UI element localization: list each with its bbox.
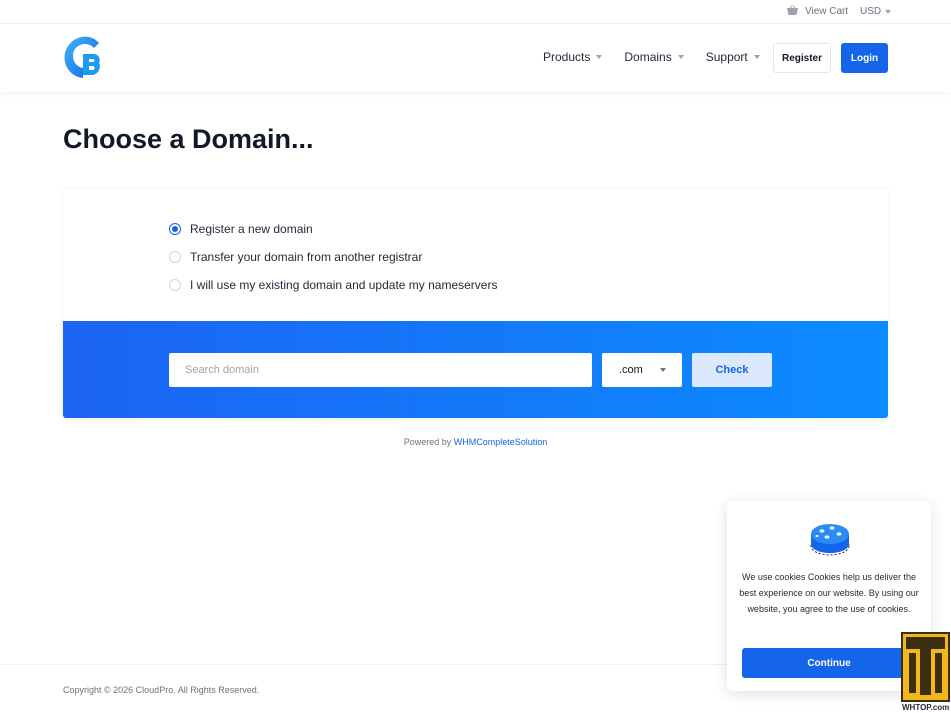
nav-support-label: Support: [705, 50, 748, 64]
chevron-down-icon: [596, 55, 603, 59]
radio-transfer[interactable]: [169, 251, 181, 263]
option-register[interactable]: Register a new domain: [169, 215, 497, 243]
whmcs-link[interactable]: WHMCompleteSolution: [454, 437, 548, 447]
option-existing-label: I will use my existing domain and update…: [190, 278, 498, 292]
whtop-watermark: WHTOP.com: [900, 631, 951, 713]
nav-domains[interactable]: Domains: [624, 50, 684, 64]
view-cart-link[interactable]: View Cart: [786, 5, 848, 17]
main-header: Products Domains Support Register Login: [0, 24, 951, 92]
tld-select[interactable]: .com: [602, 353, 682, 387]
cloudpro-logo-icon[interactable]: [63, 35, 103, 79]
domain-card: Register a new domain Transfer your doma…: [63, 189, 888, 418]
chevron-down-icon: [660, 368, 666, 372]
cookie-icon: [810, 524, 850, 556]
top-utility-bar: View Cart USD: [0, 0, 951, 24]
check-button[interactable]: Check: [692, 353, 772, 387]
powered-by-prefix: Powered by: [403, 437, 452, 447]
option-transfer[interactable]: Transfer your domain from another regist…: [169, 243, 497, 271]
search-domain-input[interactable]: [169, 353, 592, 387]
view-cart-label: View Cart: [805, 5, 849, 17]
login-button[interactable]: Login: [841, 43, 888, 73]
radio-existing[interactable]: [169, 279, 181, 291]
page-title: Choose a Domain...: [63, 124, 314, 154]
powered-by: Powered by WHMCompleteSolution: [0, 437, 951, 447]
nav-products[interactable]: Products: [543, 50, 603, 64]
copyright-text: Copyright © 2026 CloudPro. All Rights Re…: [63, 685, 260, 695]
main-nav: Products Domains Support: [543, 50, 782, 64]
radio-register[interactable]: [169, 223, 181, 235]
chevron-down-icon: [753, 55, 760, 59]
domain-search-band: .com Check: [63, 321, 888, 418]
nav-products-label: Products: [543, 50, 591, 64]
cookie-message: We use cookies Cookies help us deliver t…: [739, 572, 919, 614]
currency-selector[interactable]: USD: [860, 6, 892, 17]
chevron-down-icon: [885, 9, 892, 14]
nav-domains-label: Domains: [624, 50, 672, 64]
option-register-label: Register a new domain: [190, 222, 313, 236]
option-transfer-label: Transfer your domain from another regist…: [190, 250, 423, 264]
continue-button[interactable]: Continue: [742, 648, 916, 678]
nav-support[interactable]: Support: [706, 50, 760, 64]
option-existing[interactable]: I will use my existing domain and update…: [169, 271, 497, 299]
currency-label: USD: [860, 6, 882, 17]
chevron-down-icon: [677, 55, 684, 59]
register-button[interactable]: Register: [773, 43, 831, 73]
watermark-text: WHTOP.com: [902, 703, 950, 712]
basket-icon: [787, 5, 798, 15]
domain-options: Register a new domain Transfer your doma…: [169, 215, 497, 299]
whtop-logo-icon: [901, 632, 950, 702]
tld-selected-label: .com: [619, 364, 643, 376]
